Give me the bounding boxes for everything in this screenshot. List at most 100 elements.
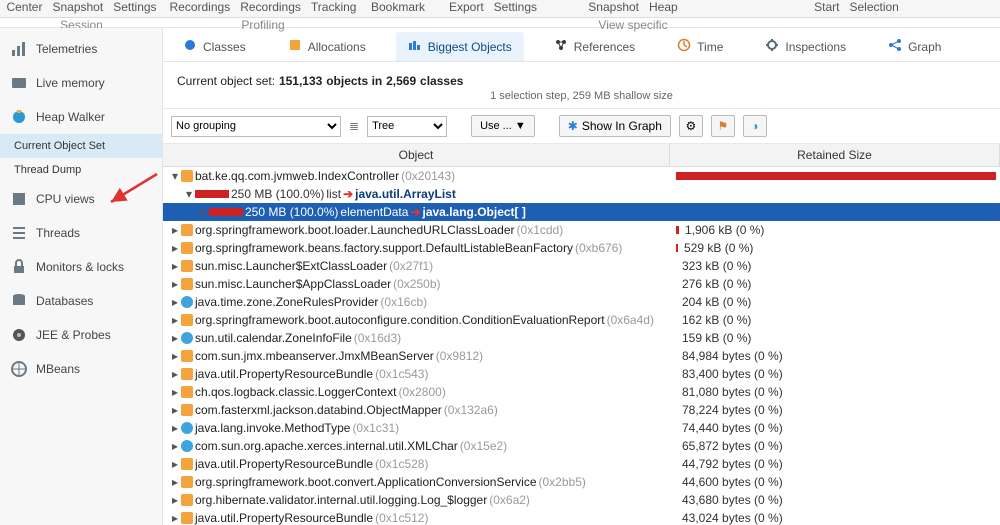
table-row[interactable]: ▸ org.springframework.boot.loader.Launch… [163,221,1000,239]
table-row[interactable]: ▸ org.springframework.beans.factory.supp… [163,239,1000,257]
grid-header: Object Retained Size [163,144,1000,167]
tree-select[interactable]: Tree [367,116,447,137]
expand-icon[interactable]: ▸ [171,331,179,345]
class-icon [181,458,193,470]
help-icon-button[interactable]: ◑ [743,115,767,137]
table-row[interactable]: ▾ 250 MB (100.0%) list ➔ java.util.Array… [163,185,1000,203]
tab-label: Biggest Objects [428,40,512,54]
expand-icon[interactable]: ▸ [171,367,179,381]
table-row[interactable]: ▸ java.util.PropertyResourceBundle (0x1c… [163,455,1000,473]
sidebar-item-telemetries[interactable]: Telemetries [0,32,162,66]
sidebar-item-cpu-views[interactable]: CPU views [0,182,162,216]
table-row[interactable]: ▸ sun.util.calendar.ZoneInfoFile (0x16d3… [163,329,1000,347]
table-row[interactable]: ▸ org.springframework.boot.autoconfigure… [163,311,1000,329]
expand-icon[interactable]: ▸ [171,349,179,363]
tab-references[interactable]: References [542,32,647,61]
expand-icon[interactable]: ▸ [171,259,179,273]
view-tabs: Classes Allocations Biggest Objects Referen… [163,28,1000,62]
table-row[interactable]: ▸ 250 MB (100.0%) elementData ➔ java.lan… [163,203,1000,221]
table-row[interactable]: ▸ java.util.PropertyResourceBundle (0x1c… [163,509,1000,525]
tab-icon [765,38,779,55]
expand-icon[interactable]: ▸ [171,421,179,435]
expand-icon[interactable]: ▾ [185,187,193,201]
sidebar-item-label: Databases [36,294,93,308]
expand-icon[interactable]: ▸ [171,295,179,309]
gear-icon: ⚙ [686,119,697,133]
retained-value: 44,600 bytes (0 %) [682,475,783,489]
expand-icon[interactable]: ▸ [171,475,179,489]
table-row[interactable]: ▸ java.util.PropertyResourceBundle (0x1c… [163,365,1000,383]
sidebar-sub-current-object-set[interactable]: Current Object Set [0,134,162,158]
table-row[interactable]: ▸ sun.misc.Launcher$AppClassLoader (0x25… [163,275,1000,293]
threads-icon [10,224,28,242]
table-row[interactable]: ▸ org.hibernate.validator.internal.util.… [163,491,1000,509]
expand-icon[interactable]: ▸ [199,205,207,219]
grouping-select[interactable]: No grouping [171,116,341,137]
class-icon [181,404,193,416]
table-row[interactable]: ▸ ch.qos.logback.classic.LoggerContext (… [163,383,1000,401]
tab-label: Time [697,40,723,54]
tab-classes[interactable]: Classes [171,32,258,61]
sidebar-item-databases[interactable]: Databases [0,284,162,318]
col-retained[interactable]: Retained Size [670,144,1000,166]
expand-icon[interactable]: ▸ [171,493,179,507]
table-row[interactable]: ▸ java.time.zone.ZoneRulesProvider (0x16… [163,293,1000,311]
retained-value: 83,400 bytes (0 %) [682,367,783,381]
table-row[interactable]: ▸ com.sun.org.apache.xerces.internal.uti… [163,437,1000,455]
probe-icon [10,326,28,344]
show-in-graph-button[interactable]: ✱Show In Graph [559,115,671,137]
tab-allocations[interactable]: Allocations [276,32,378,61]
retained-value: 276 kB (0 %) [682,277,751,291]
heap-icon [10,108,28,126]
expand-icon[interactable]: ▸ [171,439,179,453]
sidebar-item-live-memory[interactable]: Live memory [0,66,162,100]
retained-value: 78,224 bytes (0 %) [682,403,783,417]
table-row[interactable]: ▸ com.sun.jmx.mbeanserver.JmxMBeanServer… [163,347,1000,365]
pin-icon-button[interactable]: ⚑ [711,115,735,137]
sidebar-item-monitors-locks[interactable]: Monitors & locks [0,250,162,284]
tab-inspections[interactable]: Inspections [753,32,858,61]
sidebar-item-label: CPU views [36,192,95,206]
tab-icon [183,38,197,55]
retained-value: 43,680 bytes (0 %) [682,493,783,507]
sidebar-item-mbeans[interactable]: MBeans [0,352,162,386]
object-tree[interactable]: ▾ bat.ke.qq.com.jvmweb.IndexController (… [163,167,1000,525]
table-row[interactable]: ▸ sun.misc.Launcher$ExtClassLoader (0x27… [163,257,1000,275]
expand-icon[interactable]: ▸ [171,403,179,417]
tab-icon [677,38,691,55]
tab-time[interactable]: Time [665,32,735,61]
tab-graph[interactable]: Graph [876,32,953,61]
col-object[interactable]: Object [163,144,670,166]
telemetry-icon [10,40,28,58]
tree-icon: ≣ [349,119,359,133]
table-row[interactable]: ▸ com.fasterxml.jackson.databind.ObjectM… [163,401,1000,419]
retained-value: 323 kB (0 %) [682,259,751,273]
sidebar-item-jee-probes[interactable]: JEE & Probes [0,318,162,352]
use-button[interactable]: Use ... ▼ [471,115,535,137]
class-icon [181,350,193,362]
expand-icon[interactable]: ▸ [171,223,179,237]
table-row[interactable]: ▸ java.lang.invoke.MethodType (0x1c31)74… [163,419,1000,437]
table-row[interactable]: ▾ bat.ke.qq.com.jvmweb.IndexController (… [163,167,1000,185]
retained-value: 65,872 bytes (0 %) [682,439,783,453]
sidebar-item-heap-walker[interactable]: Heap Walker [0,100,162,134]
expand-icon[interactable]: ▸ [171,241,179,255]
retained-value: 159 kB (0 %) [682,331,751,345]
arrow-icon: ➔ [410,205,420,219]
expand-icon[interactable]: ▸ [171,511,179,525]
table-row[interactable]: ▸ org.springframework.boot.convert.Appli… [163,473,1000,491]
tab-biggest-objects[interactable]: Biggest Objects [396,32,524,61]
sidebar-item-threads[interactable]: Threads [0,216,162,250]
tab-icon [888,38,902,55]
expand-icon[interactable]: ▾ [171,169,179,183]
expand-icon[interactable]: ▸ [171,313,179,327]
sidebar: TelemetriesLive memoryHeap WalkerCurrent… [0,28,163,525]
expand-icon[interactable]: ▸ [171,277,179,291]
tab-label: Inspections [785,40,846,54]
interface-icon [181,422,193,434]
settings-icon-button[interactable]: ⚙ [679,115,703,137]
sidebar-sub-thread-dump[interactable]: Thread Dump [0,158,162,182]
class-icon [181,260,193,272]
expand-icon[interactable]: ▸ [171,385,179,399]
expand-icon[interactable]: ▸ [171,457,179,471]
